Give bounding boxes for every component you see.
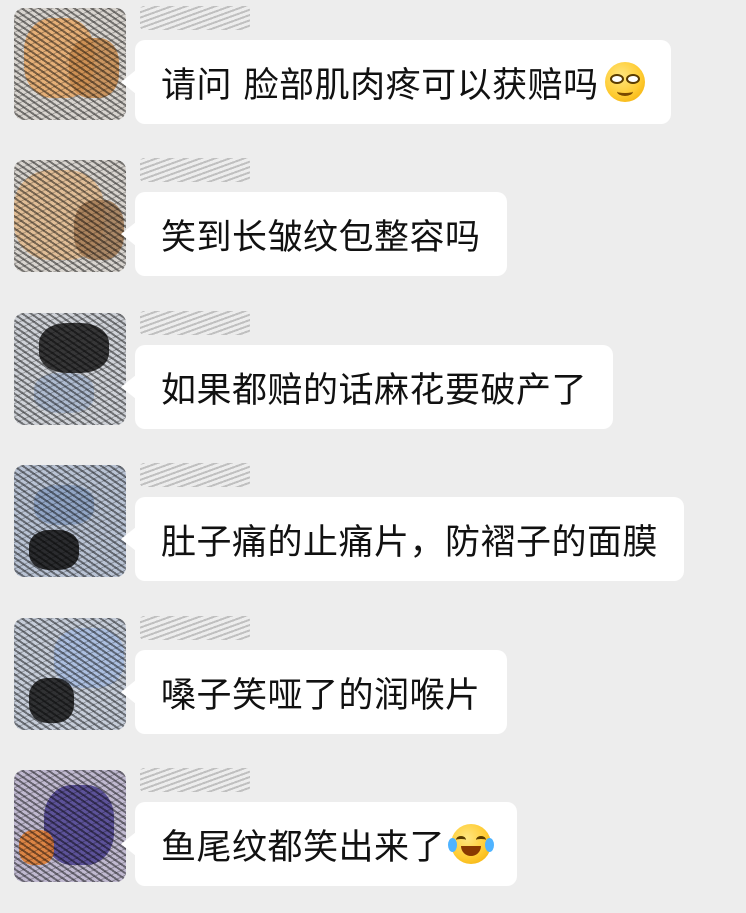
message-text: 嗓子笑哑了的润喉片: [161, 675, 481, 716]
sender-name-redacted: [140, 158, 250, 182]
chat-message: 如果都赔的话麻花要破产了: [0, 305, 746, 435]
chat-message-list[interactable]: 请问 脸部肌肉疼可以获赔吗 笑到长皱纹包整容吗 如果都赔的话麻花要破产了 肚子痛…: [0, 0, 746, 913]
message-bubble[interactable]: 请问 脸部肌肉疼可以获赔吗: [121, 40, 671, 124]
message-bubble[interactable]: 肚子痛的止痛片，防褶子的面膜: [120, 497, 685, 581]
message-text: 鱼尾纹都笑出来了: [161, 827, 446, 868]
sender-name-redacted: [140, 616, 250, 640]
avatar[interactable]: [14, 465, 126, 577]
chat-message: 嗓子笑哑了的润喉片: [0, 610, 746, 740]
message-bubble[interactable]: 嗓子笑哑了的润喉片: [121, 650, 507, 734]
sender-name-redacted: [140, 311, 250, 335]
message-text: 笑到长皱纹包整容吗: [161, 217, 481, 258]
message-text: 请问 脸部肌肉疼可以获赔吗: [161, 65, 599, 106]
message-bubble[interactable]: 鱼尾纹都笑出来了: [120, 802, 518, 886]
sender-name-redacted: [140, 463, 250, 487]
avatar[interactable]: [14, 770, 126, 882]
tears-of-joy-icon: [448, 824, 495, 864]
message-text: 如果都赔的话麻花要破产了: [161, 370, 588, 411]
sender-name-redacted: [140, 6, 250, 30]
chat-message: 笑到长皱纹包整容吗: [0, 152, 746, 282]
message-bubble[interactable]: 如果都赔的话麻花要破产了: [120, 345, 614, 429]
sender-name-redacted: [140, 768, 250, 792]
avatar[interactable]: [14, 618, 126, 730]
avatar[interactable]: [14, 313, 126, 425]
smirk-face-icon: [604, 62, 645, 102]
chat-message: 肚子痛的止痛片，防褶子的面膜: [0, 457, 746, 587]
chat-message: 鱼尾纹都笑出来了: [0, 762, 746, 892]
message-text: 肚子痛的止痛片，防褶子的面膜: [161, 522, 659, 563]
chat-message: 请问 脸部肌肉疼可以获赔吗: [0, 0, 746, 130]
avatar[interactable]: [14, 8, 126, 120]
message-bubble[interactable]: 笑到长皱纹包整容吗: [121, 192, 507, 276]
avatar[interactable]: [14, 160, 126, 272]
